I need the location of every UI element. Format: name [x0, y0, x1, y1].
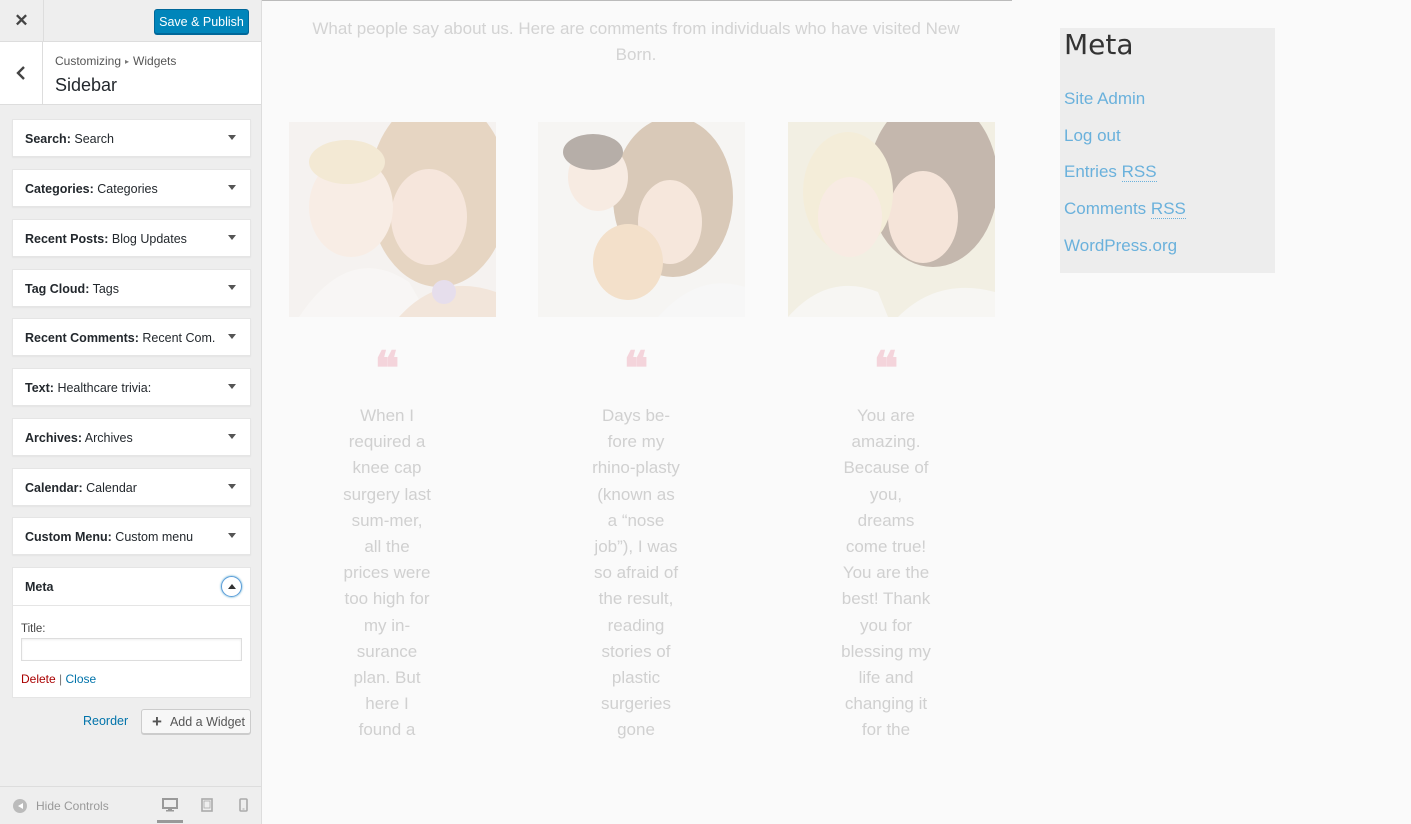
testimonial-photo: [289, 122, 496, 317]
widget-recent-comments[interactable]: Recent Comments: Recent Com...: [12, 318, 251, 356]
chevron-down-icon[interactable]: [228, 384, 236, 389]
collapse-arrow-icon: [13, 799, 27, 813]
title-field[interactable]: [21, 638, 242, 661]
section-header: Customizing ▸ Widgets Sidebar: [0, 42, 261, 105]
breadcrumb-parent: Customizing: [55, 54, 122, 68]
chevron-down-icon[interactable]: [228, 185, 236, 190]
testimonial-photo: [788, 122, 995, 317]
widget-title: Recent Posts: Blog Updates: [25, 232, 187, 246]
section-title: Sidebar: [55, 75, 118, 95]
customizer-header: ✕ Save & Publish: [0, 0, 261, 42]
breadcrumb: Customizing ▸ Widgets: [55, 54, 176, 68]
widget-actions: Delete | Close: [21, 672, 96, 686]
widget-search[interactable]: Search: Search: [12, 119, 251, 157]
chevron-up-icon: [227, 584, 236, 589]
preview-tablet-button[interactable]: [194, 795, 220, 823]
testimonial-text: You are amazing. Because of you, dreams …: [841, 406, 931, 740]
widget-recent-posts[interactable]: Recent Posts: Blog Updates: [12, 219, 251, 257]
testimonial-photo: [538, 122, 745, 317]
action-separator: |: [59, 672, 63, 686]
preview-desktop-button[interactable]: [157, 795, 183, 823]
preview-mobile-button[interactable]: [230, 795, 256, 823]
widget-title: Recent Comments: Recent Com...: [25, 331, 215, 345]
meta-widget-preview: Meta Site Admin Log out Entries RSS Comm…: [1060, 28, 1275, 273]
log-out-link[interactable]: Log out: [1064, 125, 1186, 162]
hide-controls-button[interactable]: Hide Controls: [13, 799, 109, 813]
widget-title: Meta: [25, 580, 54, 594]
close-customizer-button[interactable]: ✕: [0, 0, 44, 41]
customizer-footer: Hide Controls: [0, 786, 261, 824]
widget-title: Custom Menu: Custom menu: [25, 530, 194, 544]
save-publish-button[interactable]: Save & Publish: [154, 9, 249, 34]
widget-title: Categories: Categories: [25, 182, 158, 196]
chevron-down-icon[interactable]: [228, 434, 236, 439]
quote-icon: ❝: [374, 341, 400, 395]
widget-tag-cloud[interactable]: Tag Cloud: Tags: [12, 269, 251, 307]
widget-meta-header[interactable]: Meta: [13, 568, 250, 606]
widget-title: Calendar: Calendar: [25, 481, 137, 495]
quote-icon: ❝: [873, 341, 899, 395]
widget-calendar[interactable]: Calendar: Calendar: [12, 468, 251, 506]
tablet-icon: [201, 798, 213, 812]
testimonial-text: Days be-fore my rhino-plasty (known as a…: [592, 406, 680, 740]
chevron-down-icon[interactable]: [228, 285, 236, 290]
quote-icon: ❝: [623, 341, 649, 395]
wordpress-org-link[interactable]: WordPress.org: [1064, 235, 1186, 272]
chevron-down-icon[interactable]: [228, 135, 236, 140]
title-field-label: Title:: [21, 623, 46, 635]
widget-title: Text: Healthcare trivia:: [25, 381, 152, 395]
widget-title: Tag Cloud: Tags: [25, 282, 120, 296]
meta-links: Site Admin Log out Entries RSS Comments …: [1064, 88, 1186, 271]
widget-title: Search: Search: [25, 132, 114, 146]
chevron-down-icon[interactable]: [228, 533, 236, 538]
divider: [262, 0, 1012, 1]
close-icon: ✕: [14, 10, 29, 30]
hide-controls-label: Hide Controls: [36, 799, 109, 813]
reorder-link[interactable]: Reorder: [83, 714, 128, 728]
site-preview: What people say about us. Here are comme…: [262, 0, 1411, 824]
chevron-down-icon[interactable]: [228, 484, 236, 489]
widget-meta-expanded: Meta Title: Delete | Close: [12, 567, 251, 698]
breadcrumb-separator: ▸: [125, 57, 130, 66]
testimonial-text: When I required a knee cap surgery last …: [343, 406, 431, 740]
chevron-down-icon[interactable]: [228, 334, 236, 339]
breadcrumb-child: Widgets: [133, 54, 177, 68]
close-link[interactable]: Close: [66, 672, 97, 686]
collapse-toggle-button[interactable]: [221, 576, 242, 597]
add-widget-button[interactable]: + Add a Widget: [141, 709, 251, 734]
back-button[interactable]: [0, 42, 43, 104]
widget-custom-menu[interactable]: Custom Menu: Custom menu: [12, 517, 251, 555]
widget-text[interactable]: Text: Healthcare trivia:: [12, 368, 251, 406]
add-widget-label: Add a Widget: [169, 714, 245, 729]
customizer-panel: ✕ Save & Publish Customizing ▸ Widgets Sid…: [0, 0, 262, 824]
delete-link[interactable]: Delete: [21, 672, 56, 686]
widget-categories[interactable]: Categories: Categories: [12, 169, 251, 207]
testimonials-intro: What people say about us. Here are comme…: [312, 19, 960, 64]
mobile-icon: [238, 798, 248, 812]
plus-icon: +: [152, 712, 162, 731]
entries-rss-link[interactable]: Entries RSS: [1064, 161, 1186, 198]
chevron-down-icon[interactable]: [228, 235, 236, 240]
widget-archives[interactable]: Archives: Archives: [12, 418, 251, 456]
meta-heading: Meta: [1064, 28, 1134, 61]
chevron-left-icon: [16, 66, 25, 80]
desktop-icon: [162, 798, 178, 812]
comments-rss-link[interactable]: Comments RSS: [1064, 198, 1186, 235]
widget-title: Archives: Archives: [25, 431, 133, 445]
site-admin-link[interactable]: Site Admin: [1064, 88, 1186, 125]
